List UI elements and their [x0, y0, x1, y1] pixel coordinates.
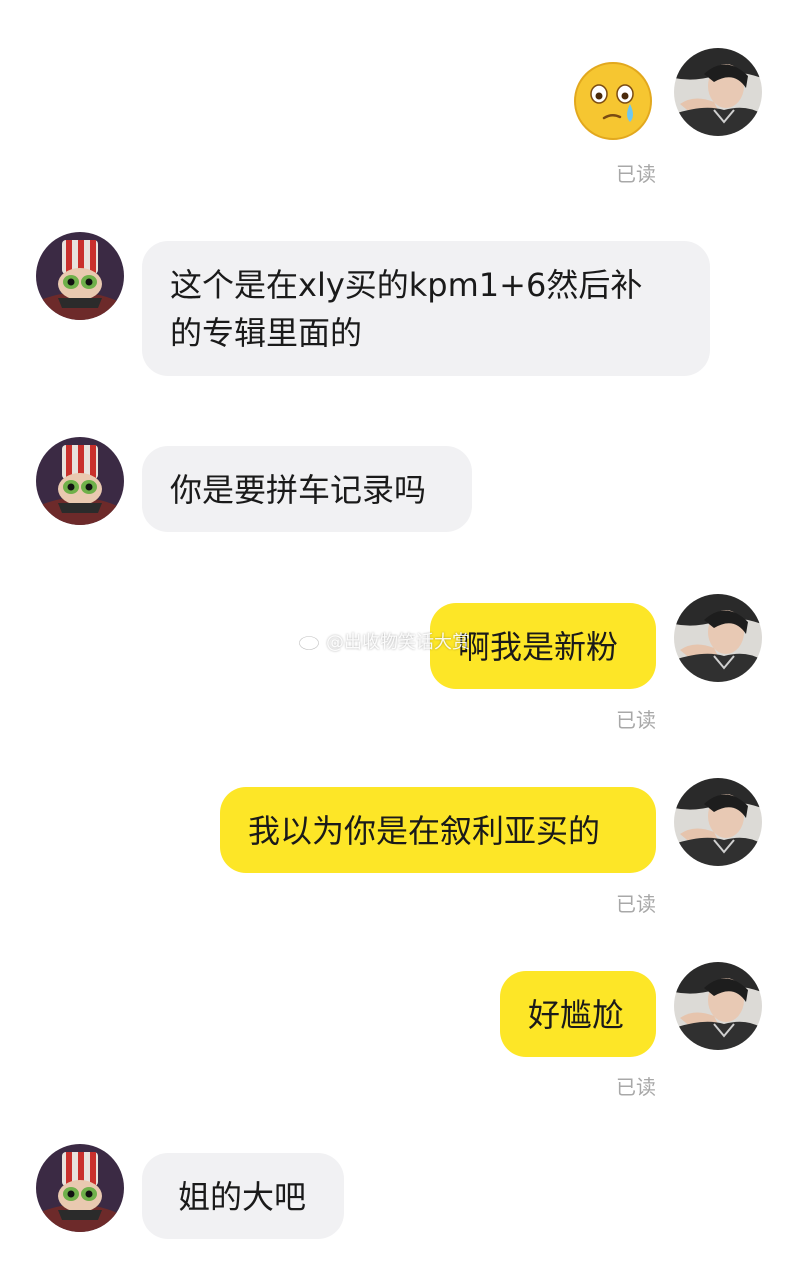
my-avatar[interactable] — [674, 48, 762, 136]
received-message-bubble[interactable]: 你是要拼车记录吗 — [142, 446, 472, 532]
user-photo-icon — [674, 962, 762, 1050]
cartoon-avatar-icon — [36, 1144, 124, 1232]
read-receipt: 已读 — [616, 892, 656, 916]
read-receipt: 已读 — [616, 1075, 656, 1099]
received-message-bubble[interactable]: 姐的大吧 — [142, 1153, 344, 1239]
weibo-icon — [298, 633, 321, 651]
contact-avatar[interactable] — [36, 1144, 124, 1232]
cartoon-avatar-icon — [36, 232, 124, 320]
contact-avatar[interactable] — [36, 437, 124, 525]
sent-message-bubble[interactable]: 好尴尬 — [500, 971, 656, 1057]
sent-message-bubble[interactable]: 我以为你是在叙利亚买的 — [220, 787, 656, 873]
user-photo-icon — [674, 48, 762, 136]
cartoon-avatar-icon — [36, 437, 124, 525]
contact-avatar[interactable] — [36, 232, 124, 320]
received-message-bubble[interactable]: 这个是在xly买的kpm1+6然后补 的专辑里面的 — [142, 241, 710, 376]
user-photo-icon — [674, 594, 762, 682]
read-receipt: 已读 — [616, 162, 656, 186]
user-photo-icon — [674, 778, 762, 866]
sent-message-bubble[interactable]: 啊我是新粉 — [430, 603, 656, 689]
read-receipt: 已读 — [616, 708, 656, 732]
my-avatar[interactable] — [674, 962, 762, 1050]
crying-face-sticker-icon[interactable] — [572, 60, 654, 142]
my-avatar[interactable] — [674, 778, 762, 866]
my-avatar[interactable] — [674, 594, 762, 682]
